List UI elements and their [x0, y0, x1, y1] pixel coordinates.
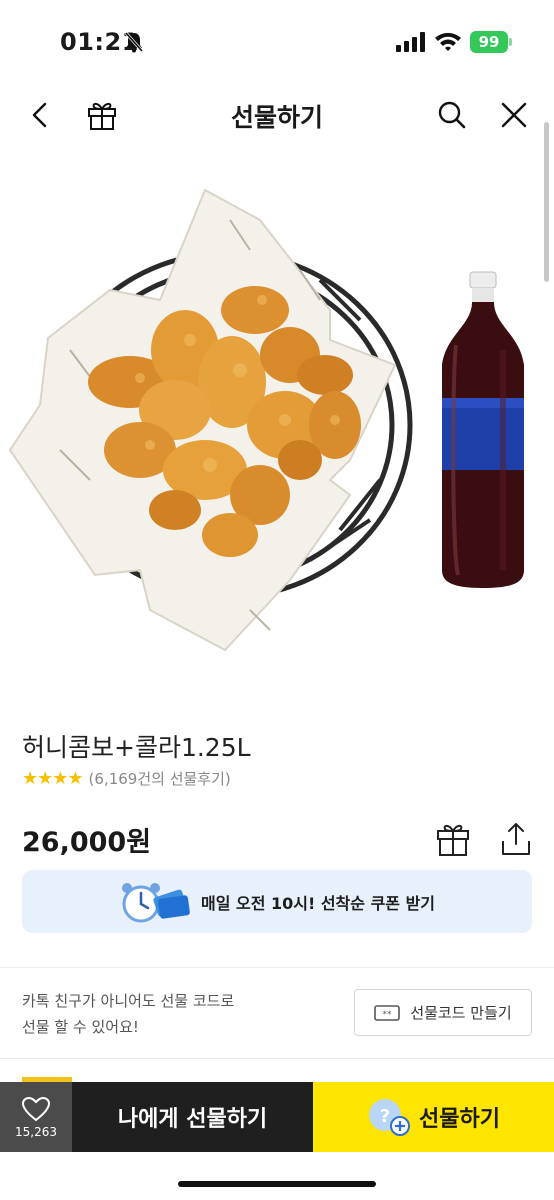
home-indicator[interactable]: [178, 1181, 376, 1187]
send-gift-button[interactable]: ? 선물하기: [313, 1082, 554, 1152]
battery-level: 99: [478, 33, 500, 51]
gift-code-desc-line2: 선물 할 수 있어요!: [22, 1018, 139, 1036]
search-icon: [438, 101, 466, 129]
close-button[interactable]: [496, 97, 532, 133]
create-gift-code-label: 선물코드 만들기: [410, 1004, 512, 1022]
product-price: 26,000원: [22, 827, 152, 858]
share-icon[interactable]: [499, 821, 533, 857]
alarm-clock-coupon-icon: [121, 882, 190, 922]
friend-gift-icon: ?: [369, 1099, 411, 1136]
gift-code-description: 카톡 친구가 아니어도 선물 코드로 선물 할 수 있어요!: [22, 988, 342, 1040]
create-gift-code-button[interactable]: ** 선물코드 만들기: [354, 989, 532, 1036]
product-rating[interactable]: ★★★★ (6,169건의 선물후기): [22, 768, 231, 789]
svg-text:**: **: [383, 1010, 393, 1020]
home-indicator-area: [0, 1152, 554, 1200]
send-gift-label: 선물하기: [419, 1107, 500, 1132]
coupon-banner[interactable]: 매일 오전 10시! 선착순 쿠폰 받기: [22, 870, 532, 933]
keyboard-code-icon: **: [374, 1004, 401, 1021]
heart-icon: [21, 1096, 51, 1121]
gift-to-myself-button[interactable]: 나에게 선물하기: [72, 1082, 313, 1152]
cellular-signal-icon: [396, 32, 425, 52]
gift-box-icon[interactable]: [436, 821, 470, 857]
battery-indicator: 99: [470, 31, 512, 53]
rating-stars: ★★★★: [22, 768, 84, 789]
bell-muted-icon: [124, 32, 144, 53]
wifi-icon: [435, 32, 461, 51]
gift-to-myself-label: 나에게 선물하기: [117, 1107, 268, 1132]
product-name: 허니콤보+콜라1.25L: [22, 733, 251, 762]
gift-code-desc-line1: 카톡 친구가 아니어도 선물 코드로: [22, 992, 235, 1010]
bottom-action-bar: 15,263 나에게 선물하기 ? 선물하기: [0, 1082, 554, 1200]
cola-bottle-image: [442, 271, 524, 588]
page-title: 선물하기: [230, 103, 323, 132]
status-bar: 01:21 99: [0, 0, 554, 84]
coupon-text: 매일 오전 10시! 선착순 쿠폰 받기: [200, 893, 436, 913]
section-divider: [0, 1058, 554, 1059]
review-count: (6,169건의 선물후기): [88, 770, 231, 788]
section-divider: [0, 967, 554, 968]
product-image: [8, 188, 524, 652]
svg-text:?: ?: [380, 1106, 390, 1127]
search-button[interactable]: [434, 97, 470, 133]
wishlist-count: 15,263: [15, 1124, 57, 1139]
close-icon: [501, 102, 527, 128]
navigation-bar: 선물하기: [0, 84, 554, 146]
wishlist-button[interactable]: 15,263: [0, 1082, 72, 1152]
